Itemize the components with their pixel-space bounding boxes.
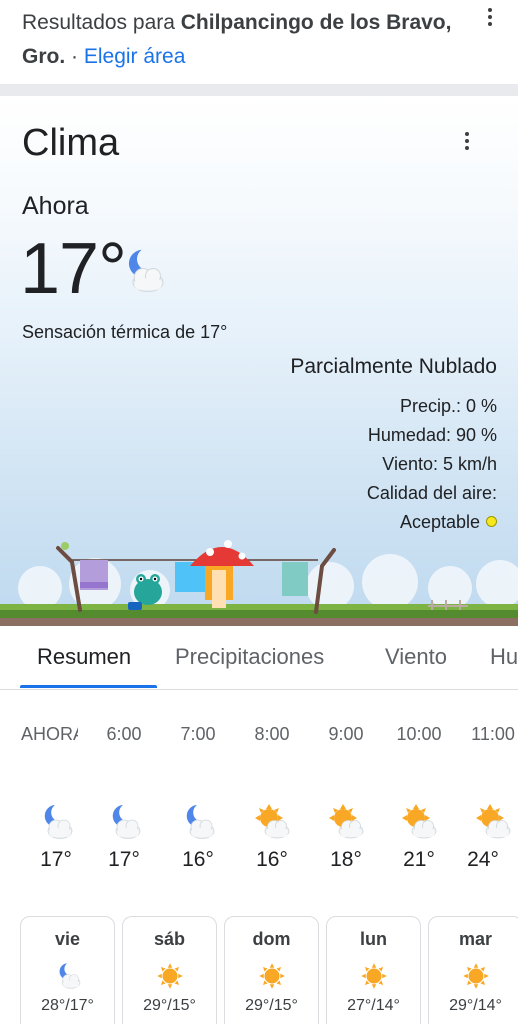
day-name: mar — [458, 929, 493, 949]
hour-temperature: 21° — [403, 848, 435, 871]
separator: · — [65, 45, 84, 68]
day-card[interactable]: lun 27°/14° — [326, 916, 421, 1024]
active-tab-indicator — [20, 685, 157, 688]
day-card[interactable]: sáb 29°/15° — [122, 916, 217, 1024]
hour-label: 7:00 — [180, 724, 216, 744]
tab-precipitation[interactable]: Precipitaciones — [175, 644, 324, 670]
day-name: sáb — [153, 929, 186, 949]
hour-label: 11:00 — [471, 724, 515, 744]
hour-temperature: 17° — [40, 848, 72, 871]
hour-temperature: 17° — [108, 848, 140, 871]
weather-title: Clima — [22, 122, 120, 164]
air-quality-label: Calidad del aire: — [366, 483, 497, 503]
partly-cloudy-night-icon — [186, 804, 215, 839]
hour-label: 8:00 — [254, 724, 290, 744]
partly-cloudy-day-icon — [401, 803, 437, 839]
partly-cloudy-day-icon — [475, 803, 511, 839]
day-card[interactable]: dom 29°/15° — [224, 916, 319, 1024]
partly-cloudy-night-icon — [44, 804, 73, 839]
partly-cloudy-night-icon — [128, 249, 164, 293]
more-options-icon[interactable] — [478, 6, 502, 30]
day-temperature-range: 28°/17° — [41, 997, 94, 1014]
hour-temperature: 16° — [256, 848, 288, 871]
weather-tabs: Resumen Precipitaciones Viento Humedad — [0, 626, 518, 690]
hour-label: AHORA — [21, 724, 78, 744]
current-temperature: 17° — [20, 229, 127, 309]
day-name: vie — [54, 929, 81, 949]
day-temperature-range: 27°/14° — [347, 997, 400, 1014]
day-temperature-range: 29°/14° — [449, 997, 502, 1014]
results-prefix: Resultados para — [22, 11, 181, 34]
hour-temperature: 18° — [330, 848, 362, 871]
weather-illustration — [0, 540, 518, 626]
sunny-icon — [463, 963, 489, 989]
day-temperature-range: 29°/15° — [143, 997, 196, 1014]
partly-cloudy-night-icon — [59, 962, 81, 989]
day-card[interactable]: vie 28°/17° — [20, 916, 115, 1024]
day-name: lun — [360, 929, 387, 949]
results-for-text: Resultados para Chilpancingo de los Brav… — [22, 6, 462, 74]
tab-humidity[interactable]: Humedad — [490, 644, 518, 670]
feels-like: Sensación térmica de 17° — [22, 322, 228, 342]
tab-wind[interactable]: Viento — [385, 644, 447, 670]
search-context-header: Resultados para Chilpancingo de los Brav… — [0, 0, 518, 84]
hour-label: 9:00 — [328, 724, 364, 744]
hour-temperature: 16° — [182, 848, 214, 871]
weather-condition: Parcialmente Nublado — [290, 355, 497, 378]
day-name: dom — [252, 929, 291, 949]
section-divider — [0, 84, 518, 96]
hour-temperature: 24° — [467, 848, 499, 871]
partly-cloudy-day-icon — [254, 803, 290, 839]
daily-forecast: vie 28°/17° sáb 29°/15° dom 29°/15° lun … — [0, 916, 518, 1024]
wind: Viento: 5 km/h — [382, 454, 497, 474]
hour-label: 6:00 — [106, 724, 142, 744]
weather-more-options-icon[interactable] — [455, 130, 479, 154]
weather-card: Clima Ahora 17° Sensación térmica de 17°… — [0, 96, 518, 626]
hour-label: 10:00 — [396, 724, 442, 744]
tab-summary[interactable]: Resumen — [37, 644, 131, 670]
sunny-icon — [361, 963, 387, 989]
sunny-icon — [259, 963, 285, 989]
day-temperature-range: 29°/15° — [245, 997, 298, 1014]
partly-cloudy-night-icon — [112, 804, 141, 839]
now-label: Ahora — [22, 192, 89, 220]
partly-cloudy-day-icon — [328, 803, 364, 839]
sunny-icon — [157, 963, 183, 989]
day-card[interactable]: mar 29°/14° — [428, 916, 518, 1024]
weather-details: Precip.: 0 % Humedad: 90 % Viento: 5 km/… — [367, 392, 497, 537]
precipitation: Precip.: 0 % — [399, 396, 497, 416]
change-area-link[interactable]: Elegir área — [84, 45, 186, 68]
humidity: Humedad: 90 % — [367, 425, 497, 445]
hourly-forecast[interactable]: AHORA 6:00 7:00 8:00 9:00 10:00 11:00 17… — [0, 690, 518, 910]
